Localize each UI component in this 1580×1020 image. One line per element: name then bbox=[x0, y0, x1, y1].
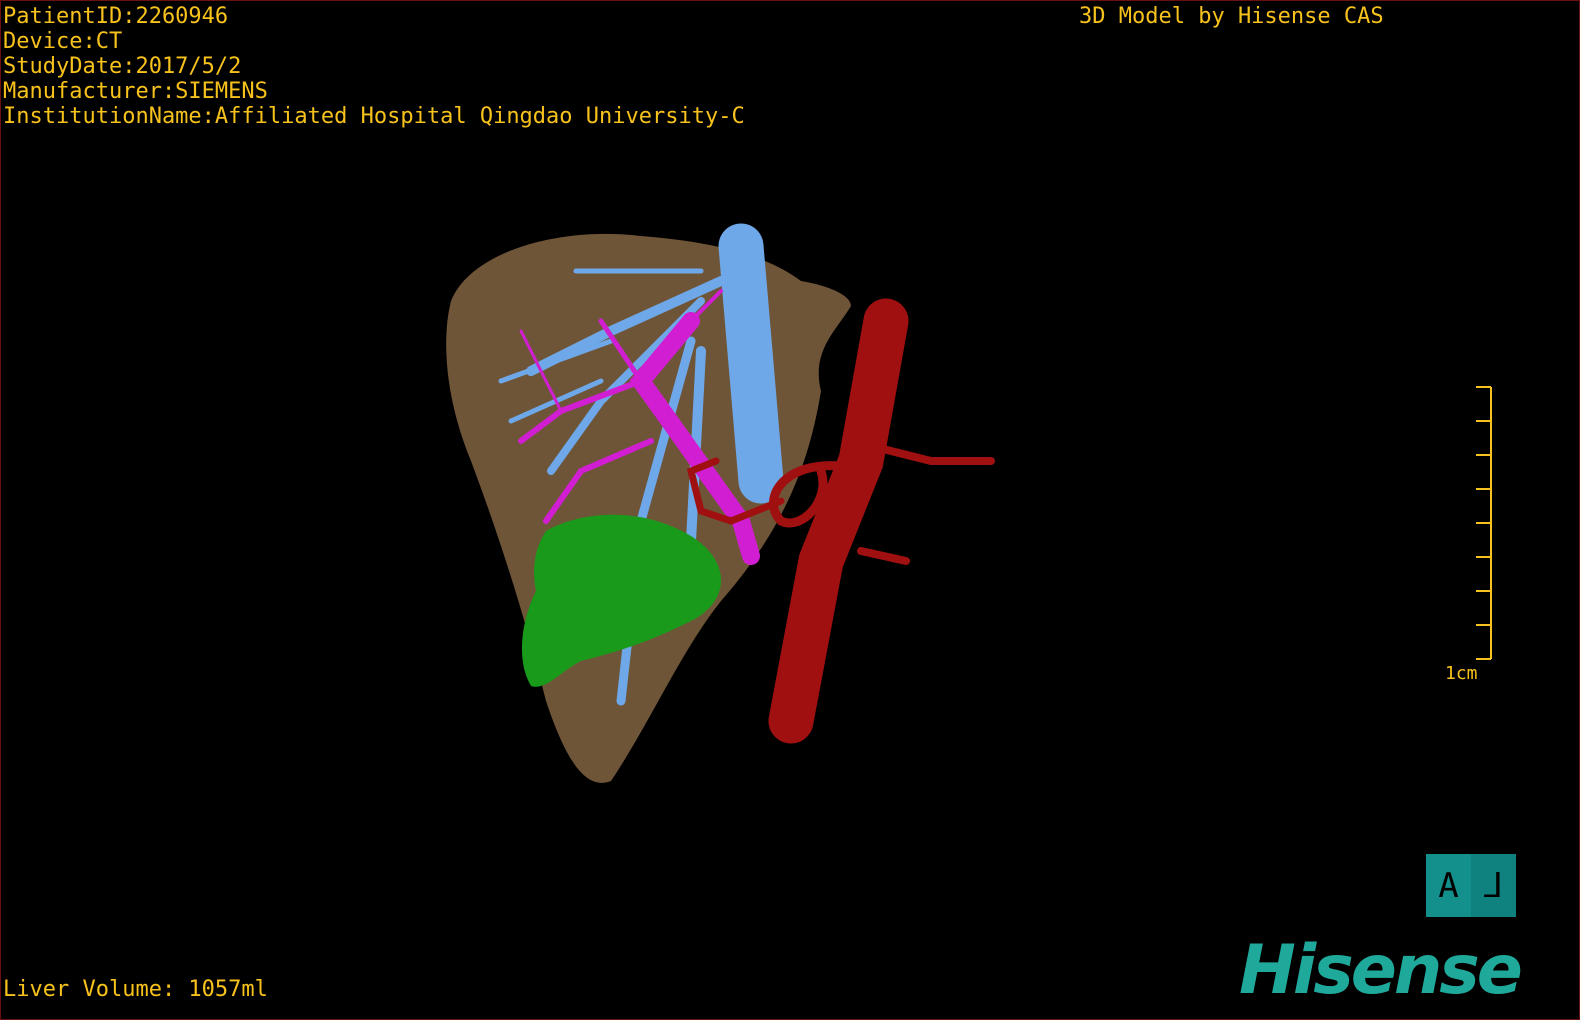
scale-label: 1cm bbox=[1445, 663, 1478, 684]
orientation-letter: A bbox=[1438, 865, 1459, 906]
3d-viewport[interactable]: PatientID:2260946 Device:CT StudyDate:2017… bbox=[0, 0, 1580, 1020]
hisense-logo: Hisense bbox=[1239, 931, 1523, 1010]
orientation-marker-icon: ⅃ bbox=[1471, 854, 1516, 917]
orientation-cube[interactable]: A ⅃ bbox=[1426, 854, 1516, 917]
scale-bar bbox=[1476, 386, 1492, 660]
